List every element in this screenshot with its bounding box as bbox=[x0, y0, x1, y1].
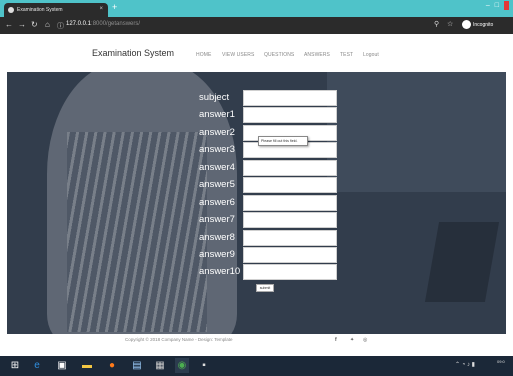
label-answer1: answer1 bbox=[199, 109, 235, 120]
incognito-indicator[interactable]: Incognito bbox=[462, 20, 493, 29]
instagram-icon[interactable]: ◎ bbox=[363, 337, 367, 343]
answer10-input[interactable] bbox=[243, 264, 337, 280]
subject-input[interactable] bbox=[243, 90, 337, 106]
answer6-input[interactable] bbox=[243, 195, 337, 211]
window-controls: – □ bbox=[486, 1, 509, 10]
url-host: 127.0.0.1 bbox=[66, 21, 92, 27]
nav-questions[interactable]: QUESTIONS bbox=[264, 52, 294, 58]
star-icon[interactable]: ☆ bbox=[447, 20, 453, 28]
label-subject: subject bbox=[199, 92, 230, 103]
label-answer9: answer9 bbox=[199, 249, 235, 260]
favicon-icon bbox=[8, 7, 14, 13]
windows-start-icon[interactable]: ⊞ bbox=[8, 358, 22, 373]
label-answer5: answer5 bbox=[199, 179, 235, 190]
file-explorer-icon[interactable]: ▬ bbox=[80, 358, 94, 373]
tab-title: Examination System bbox=[17, 7, 63, 13]
edge-browser-icon[interactable]: e bbox=[30, 358, 44, 373]
browser-tab-strip: Examination System × + – □ bbox=[0, 0, 513, 17]
minimize-button[interactable]: – bbox=[486, 2, 490, 9]
site-footer: Copyright © 2018 Company Name - Design: … bbox=[0, 334, 513, 356]
url-path: :8000/getanswers/ bbox=[91, 21, 141, 27]
label-answer10: answer10 bbox=[199, 266, 241, 277]
nav-home[interactable]: HOME bbox=[196, 52, 211, 58]
label-answer7: answer7 bbox=[199, 214, 235, 225]
windows-taskbar: ⊞ e ▣ ▬ ● ▤ ▦ ◉ ▪ ⌃ ◔ ♪ ▮ 09:0 bbox=[0, 356, 513, 376]
info-icon[interactable]: ⓘ bbox=[57, 21, 64, 31]
answer4-input[interactable] bbox=[243, 160, 337, 176]
maximize-button[interactable]: □ bbox=[495, 2, 499, 9]
submit-button[interactable]: submit bbox=[256, 284, 274, 292]
label-answer6: answer6 bbox=[199, 197, 235, 208]
label-answer3: answer3 bbox=[199, 144, 235, 155]
store-icon[interactable]: ▣ bbox=[55, 358, 69, 373]
back-arrow-icon[interactable]: ← bbox=[5, 20, 13, 29]
calculator-icon[interactable]: ▦ bbox=[153, 358, 167, 373]
taskbar-clock[interactable]: 09:0 bbox=[497, 359, 505, 364]
incognito-label: Incognito bbox=[473, 21, 494, 28]
address-bar-row: ← → ↻ ⌂ ⓘ 127.0.0.1:8000/getanswers/ ⚲ ☆… bbox=[0, 17, 513, 34]
nav-answers[interactable]: ANSWERS bbox=[304, 52, 330, 58]
facebook-icon[interactable]: f bbox=[335, 337, 337, 343]
home-icon[interactable]: ⌂ bbox=[45, 20, 50, 29]
app-icon[interactable]: ▪ bbox=[197, 358, 211, 373]
label-answer2: answer2 bbox=[199, 127, 235, 138]
answer7-input[interactable] bbox=[243, 212, 337, 228]
answer5-input[interactable] bbox=[243, 177, 337, 193]
notepad-icon[interactable]: ▤ bbox=[130, 358, 144, 373]
forward-arrow-icon[interactable]: → bbox=[18, 20, 26, 29]
system-tray-icons[interactable]: ⌃ ◔ ♪ ▮ bbox=[455, 361, 475, 368]
answer8-input[interactable] bbox=[243, 230, 337, 246]
hero-form-section: subject answer1 answer2 answer3 answer4 … bbox=[7, 72, 506, 334]
chrome-icon[interactable]: ◉ bbox=[175, 358, 189, 373]
answer9-input[interactable] bbox=[243, 247, 337, 263]
site-brand[interactable]: Examination System bbox=[92, 48, 174, 58]
browser-tab[interactable]: Examination System × bbox=[4, 3, 108, 17]
url-field[interactable]: 127.0.0.1:8000/getanswers/ bbox=[66, 21, 140, 27]
nav-logout[interactable]: Logout bbox=[363, 52, 379, 58]
copyright-text: Copyright © 2018 Company Name - Design: … bbox=[125, 337, 233, 342]
search-icon[interactable]: ⚲ bbox=[434, 20, 439, 28]
incognito-icon bbox=[462, 20, 471, 29]
label-answer8: answer8 bbox=[199, 232, 235, 243]
nav-view-users[interactable]: VIEW USERS bbox=[222, 52, 254, 58]
twitter-icon[interactable]: ✦ bbox=[350, 337, 354, 343]
reload-icon[interactable]: ↻ bbox=[31, 20, 38, 29]
tab-close-icon[interactable]: × bbox=[99, 6, 103, 12]
site-header: Examination System HOME VIEW USERS QUEST… bbox=[0, 34, 513, 72]
nav-test[interactable]: TEST bbox=[340, 52, 353, 58]
answer1-input[interactable] bbox=[243, 107, 337, 123]
validation-tooltip: Please fill out this field. bbox=[258, 136, 308, 146]
label-answer4: answer4 bbox=[199, 162, 235, 173]
new-tab-button[interactable]: + bbox=[112, 2, 117, 12]
close-window-button[interactable] bbox=[504, 1, 509, 10]
firefox-icon[interactable]: ● bbox=[105, 358, 119, 373]
